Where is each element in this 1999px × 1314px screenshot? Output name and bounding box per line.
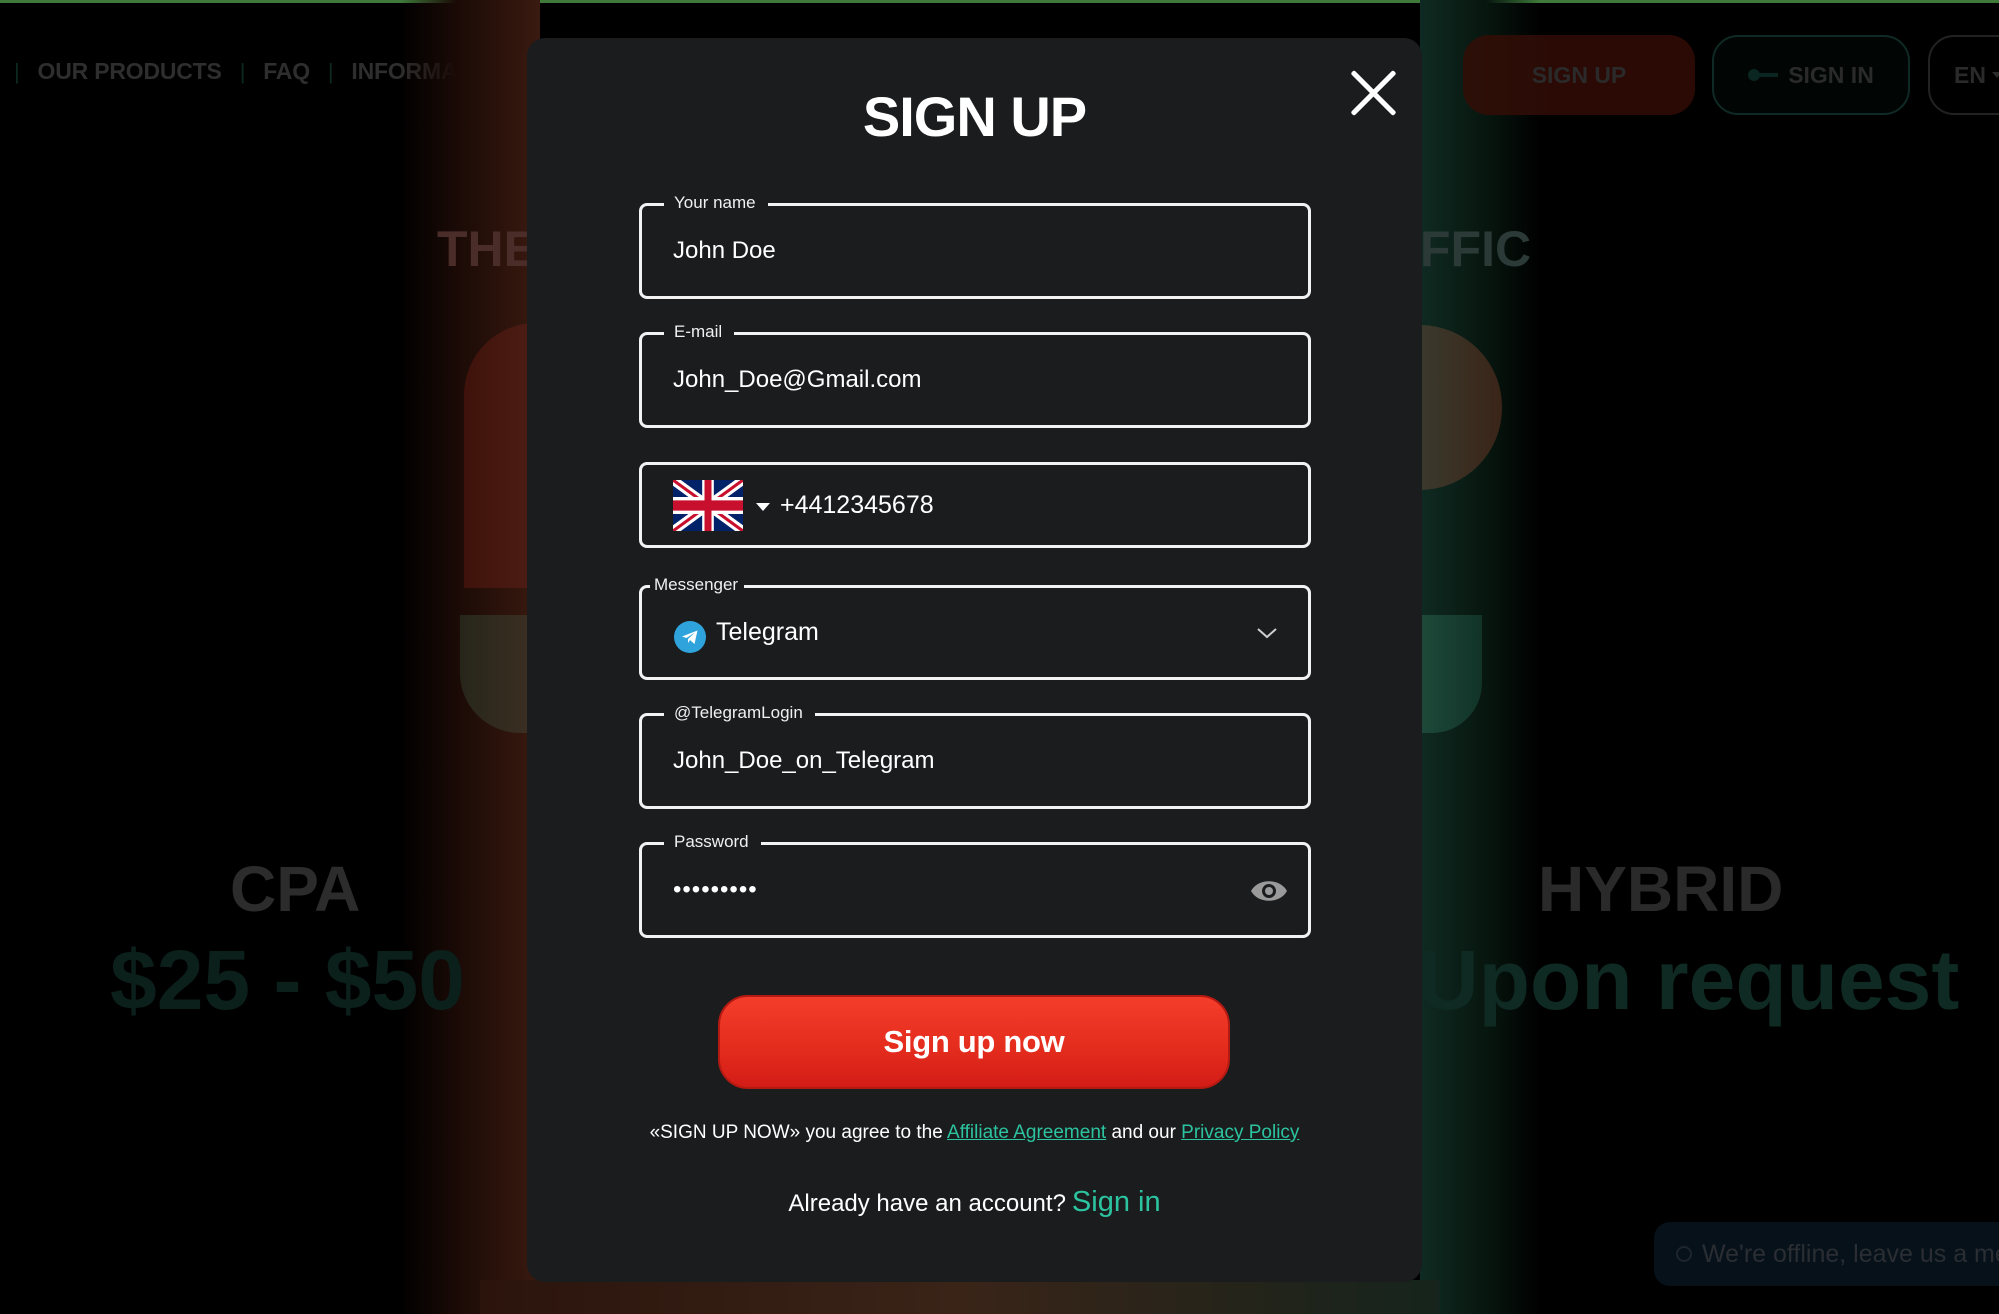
email-input[interactable] — [673, 335, 1273, 425]
email-field: E-mail — [639, 320, 1311, 428]
chat-widget[interactable]: We're offline, leave us a me — [1654, 1222, 1999, 1286]
nav-item-faq[interactable]: FAQ — [263, 58, 310, 85]
sign-up-now-button[interactable]: Sign up now — [718, 995, 1230, 1089]
key-icon — [1748, 68, 1779, 82]
nav-separator: | — [14, 58, 20, 84]
header-sign-in-label: SIGN IN — [1788, 61, 1874, 88]
plan-name-cpa: CPA — [230, 853, 361, 925]
hero-title-fragment-left: THE — [437, 221, 537, 277]
united-kingdom-flag-icon[interactable] — [673, 480, 743, 531]
hero-title-fragment-right: FFIC — [1420, 221, 1532, 277]
sign-up-modal: SIGN UP Your name E-mail Messenger Teleg… — [527, 38, 1422, 1282]
password-field: Password — [639, 830, 1311, 938]
nav-item-our-products[interactable]: OUR PRODUCTS — [38, 58, 222, 85]
affiliate-agreement-link[interactable]: Affiliate Agreement — [947, 1122, 1106, 1143]
chat-widget-text: We're offline, leave us a me — [1702, 1239, 1999, 1268]
phone-field — [639, 462, 1311, 548]
header-sign-up-button[interactable]: SIGN UP — [1463, 35, 1695, 115]
eye-icon[interactable] — [1250, 878, 1288, 904]
plan-price-cpa: $25 - $50 — [110, 933, 465, 1027]
agreement-prefix: «SIGN UP NOW» you agree to the — [649, 1122, 948, 1143]
bottom-glow-decoration — [480, 1280, 1440, 1314]
plan-name-hybrid: HYBRID — [1538, 853, 1784, 925]
chevron-down-icon[interactable] — [1256, 622, 1278, 644]
top-accent-line — [0, 0, 1999, 3]
agreement-middle: and our — [1106, 1122, 1182, 1143]
telegram-login-field: @TelegramLogin — [639, 701, 1311, 809]
agreement-text: «SIGN UP NOW» you agree to the Affiliate… — [527, 1122, 1422, 1144]
language-label: EN — [1954, 61, 1986, 88]
chevron-down-icon — [1991, 72, 1999, 78]
language-selector[interactable]: EN — [1928, 35, 1999, 115]
telegram-icon — [674, 621, 706, 653]
name-input[interactable] — [673, 206, 1273, 296]
status-dot-icon — [1676, 1246, 1692, 1262]
phone-input[interactable] — [780, 465, 1280, 545]
name-field: Your name — [639, 191, 1311, 299]
messenger-selected-value: Telegram — [716, 618, 819, 646]
password-input[interactable] — [673, 845, 1273, 935]
sign-in-prompt: Already have an account? Sign in — [527, 1186, 1422, 1219]
messenger-select[interactable]: Messenger Telegram — [639, 573, 1311, 680]
sign-in-link[interactable]: Sign in — [1072, 1186, 1161, 1218]
modal-title: SIGN UP — [862, 85, 1087, 148]
header-sign-up-label: SIGN UP — [1531, 61, 1627, 88]
nav-separator: | — [239, 58, 246, 84]
telegram-login-input[interactable] — [673, 716, 1273, 806]
header-sign-in-button[interactable]: SIGN IN — [1712, 35, 1910, 115]
privacy-policy-link[interactable]: Privacy Policy — [1181, 1122, 1299, 1143]
country-dropdown-caret-icon[interactable] — [756, 503, 770, 511]
nav-separator: | — [327, 58, 334, 84]
plan-price-hybrid: Upon request — [1418, 933, 1960, 1027]
sign-in-prompt-text: Already have an account? — [788, 1190, 1066, 1217]
